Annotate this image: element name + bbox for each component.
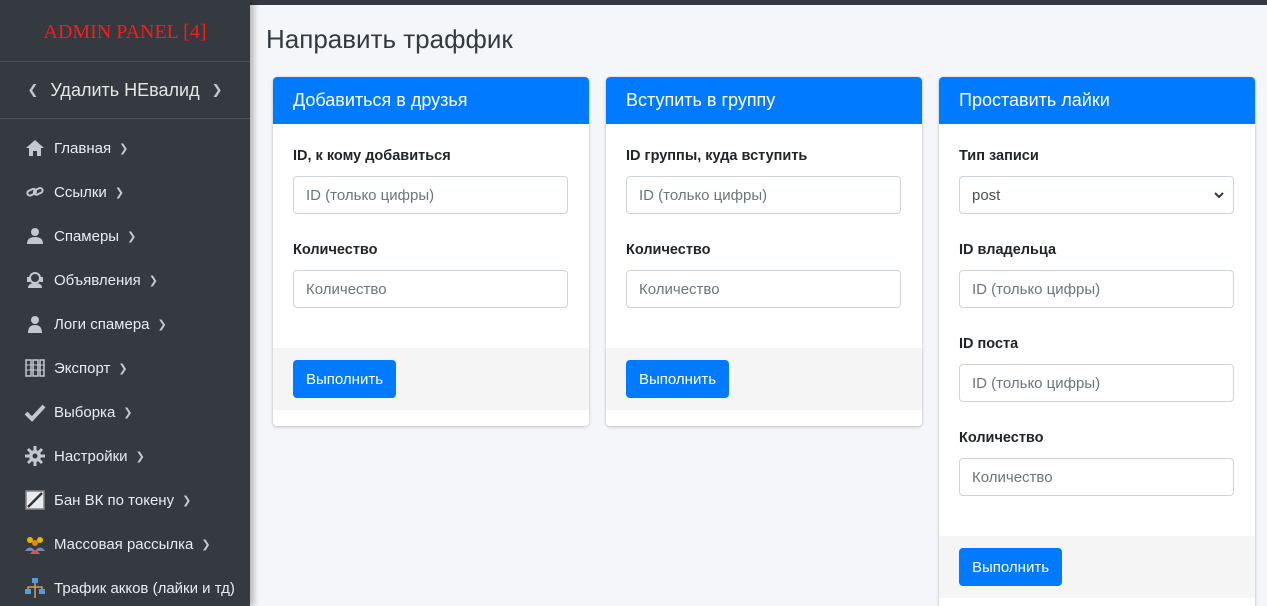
sidebar-item-label: Главная xyxy=(54,139,112,157)
card-body: ID, к кому добавиться Количество xyxy=(273,124,589,348)
sidebar-item-label: Настройки xyxy=(54,447,128,465)
chevron-right-icon: ❯ xyxy=(123,406,133,419)
join-group-submit-button[interactable]: Выполнить xyxy=(626,360,730,398)
sidebar-item-label: Трафик акков (лайки и тд) xyxy=(54,579,235,597)
sidebar-nav: Главная ❯ Ссылки ❯ Спамеры ❯ Объявления … xyxy=(0,119,250,606)
chevron-left-icon: ❮ xyxy=(27,82,39,97)
sidebar-item-ads[interactable]: Объявления ❯ xyxy=(0,258,250,302)
sidebar-item-selection[interactable]: Выборка ❯ xyxy=(0,390,250,434)
sidebar-item-label: Логи спамера xyxy=(54,315,150,333)
sidebar-item-traffic[interactable]: Трафик акков (лайки и тд) xyxy=(0,566,250,606)
card-body: Тип записи post ID владельца ID поста Ко… xyxy=(939,124,1255,536)
chevron-right-icon: ❯ xyxy=(211,82,223,97)
chevron-right-icon: ❯ xyxy=(119,142,129,155)
likes-count-input[interactable] xyxy=(959,458,1234,496)
friend-count-label: Количество xyxy=(293,242,378,258)
user-icon xyxy=(24,225,46,247)
sidebar-item-links[interactable]: Ссылки ❯ xyxy=(0,170,250,214)
likes-submit-button[interactable]: Выполнить xyxy=(959,548,1063,586)
sidebar-item-export[interactable]: Экспорт ❯ xyxy=(0,346,250,390)
post-type-value[interactable]: post xyxy=(959,176,1234,214)
post-type-select[interactable]: post xyxy=(959,176,1234,214)
card-header: Проставить лайки xyxy=(939,77,1255,124)
friend-count-input[interactable] xyxy=(293,270,568,308)
card-join-group: Вступить в группу ID группы, куда вступи… xyxy=(606,77,922,426)
chevron-right-icon: ❯ xyxy=(114,186,125,199)
link-icon xyxy=(24,181,46,203)
sidebar-item-spammer-logs[interactable]: Логи спамера ❯ xyxy=(0,302,250,346)
sidebar-item-label: Экспорт xyxy=(54,359,111,377)
sidebar: ADMIN PANEL [4] ❮ Удалить НЕвалид ❯ Глав… xyxy=(0,0,250,606)
card-header: Добавиться в друзья xyxy=(273,77,589,124)
sidebar-item-spammers[interactable]: Спамеры ❯ xyxy=(0,214,250,258)
card-likes: Проставить лайки Тип записи post ID влад… xyxy=(939,77,1255,606)
sidebar-item-home[interactable]: Главная ❯ xyxy=(0,126,250,170)
add-friends-submit-button[interactable]: Выполнить xyxy=(293,360,397,398)
sidebar-item-settings[interactable]: Настройки ❯ xyxy=(0,434,250,478)
sidebar-item-mass-mailing[interactable]: Массовая рассылка ❯ xyxy=(0,522,250,566)
card-footer: Выполнить xyxy=(606,348,922,410)
sidebar-item-label: Ссылки xyxy=(54,183,107,201)
support-icon xyxy=(24,269,46,291)
chevron-right-icon: ❯ xyxy=(201,538,211,551)
sidebar-item-label: Массовая рассылка xyxy=(54,535,194,553)
ban-icon xyxy=(24,489,46,511)
chevron-right-icon: ❯ xyxy=(157,318,167,331)
owner-id-input[interactable] xyxy=(959,270,1234,308)
post-id-input[interactable] xyxy=(959,364,1234,402)
chevron-right-icon: ❯ xyxy=(127,230,137,243)
sidebar-item-vk-ban[interactable]: Бан ВК по токену ❯ xyxy=(0,478,250,522)
sidebar-item-label: Бан ВК по токену xyxy=(54,491,175,509)
chevron-right-icon: ❯ xyxy=(135,450,145,463)
card-body: ID группы, куда вступить Количество xyxy=(606,124,922,348)
home-icon xyxy=(24,137,46,159)
page-title: Направить траффик xyxy=(266,24,513,54)
chevron-right-icon: ❯ xyxy=(148,274,158,287)
card-header: Вступить в группу xyxy=(606,77,922,124)
post-id-label: ID поста xyxy=(959,336,1019,352)
sidebar-item-label: Объявления xyxy=(54,271,141,289)
post-type-label: Тип записи xyxy=(959,148,1039,164)
user-log-icon xyxy=(24,313,46,335)
group-count-input[interactable] xyxy=(626,270,901,308)
friend-id-input[interactable] xyxy=(293,176,568,214)
sidebar-item-label: Выборка xyxy=(54,403,116,421)
network-icon xyxy=(24,577,46,599)
export-icon xyxy=(24,357,46,379)
card-footer: Выполнить xyxy=(273,348,589,410)
group-id-input[interactable] xyxy=(626,176,901,214)
check-icon xyxy=(24,401,46,423)
card-add-friends: Добавиться в друзья ID, к кому добавитьс… xyxy=(273,77,589,426)
people-icon xyxy=(24,533,46,555)
chevron-down-icon xyxy=(1214,192,1224,199)
friend-id-label: ID, к кому добавиться xyxy=(293,148,451,164)
user-panel-label[interactable]: Удалить НЕвалид xyxy=(50,80,199,101)
chevron-right-icon: ❯ xyxy=(118,362,128,375)
brand-logo[interactable]: ADMIN PANEL [4] xyxy=(0,0,250,62)
main-content: Направить траффик Добавиться в друзья ID… xyxy=(250,5,1267,606)
gear-icon xyxy=(24,445,46,467)
group-id-label: ID группы, куда вступить xyxy=(626,148,808,164)
user-panel[interactable]: ❮ Удалить НЕвалид ❯ xyxy=(0,62,250,119)
group-count-label: Количество xyxy=(626,242,711,258)
card-footer: Выполнить xyxy=(939,536,1255,598)
sidebar-item-label: Спамеры xyxy=(54,227,120,245)
owner-id-label: ID владельца xyxy=(959,242,1057,258)
likes-count-label: Количество xyxy=(959,430,1044,446)
chevron-right-icon: ❯ xyxy=(182,494,192,507)
